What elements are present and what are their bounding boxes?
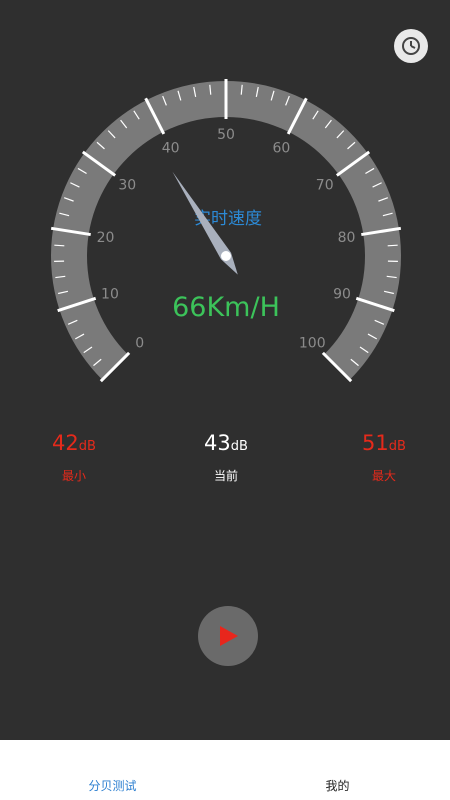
gauge-tick-label: 10 <box>101 287 119 303</box>
gauge-tick-label: 90 <box>333 287 351 303</box>
gauge-tick-label: 100 <box>299 335 326 351</box>
stat-min-label: 最小 <box>61 469 86 483</box>
stat-min-value: 42 <box>52 431 79 455</box>
gauge-tick-label: 20 <box>97 230 115 246</box>
gauge-tick-label: 40 <box>162 140 180 156</box>
gauge-tick-label: 30 <box>118 177 136 193</box>
speed-gauge: 0102030405060708090100 实时速度 66Km/H <box>50 79 402 383</box>
stat-current-unit: dB <box>230 439 248 454</box>
gauge-tick-label: 0 <box>135 335 144 351</box>
stat-min-unit: dB <box>78 439 96 454</box>
decibel-stats: 42dB 最小 43dB 当前 51dB 最大 <box>0 430 450 490</box>
stat-max: 51dB 最大 <box>324 430 444 484</box>
gauge-minor-tick <box>54 244 65 247</box>
stat-max-unit: dB <box>388 439 406 454</box>
play-button[interactable] <box>198 606 258 666</box>
stat-max-label: 最大 <box>371 469 396 483</box>
stat-current-value: 43 <box>204 431 231 455</box>
bottom-nav: 分贝测试 我的 <box>0 740 450 800</box>
gauge-tick-label: 70 <box>316 177 334 193</box>
stat-min: 42dB 最小 <box>14 430 134 484</box>
stat-max-value: 51 <box>362 431 389 455</box>
speed-reading: 66Km/H <box>172 292 280 323</box>
gauge-tick-label: 80 <box>338 230 356 246</box>
play-icon <box>220 626 238 646</box>
gauge-tick-label: 50 <box>217 127 235 143</box>
stat-current: 43dB 当前 <box>166 430 286 484</box>
tab-decibel-test[interactable]: 分贝测试 <box>0 777 225 794</box>
stat-current-label: 当前 <box>213 469 238 483</box>
gauge-minor-tick <box>387 244 398 247</box>
gauge-tick-label: 60 <box>272 140 290 156</box>
tab-mine[interactable]: 我的 <box>225 777 450 794</box>
